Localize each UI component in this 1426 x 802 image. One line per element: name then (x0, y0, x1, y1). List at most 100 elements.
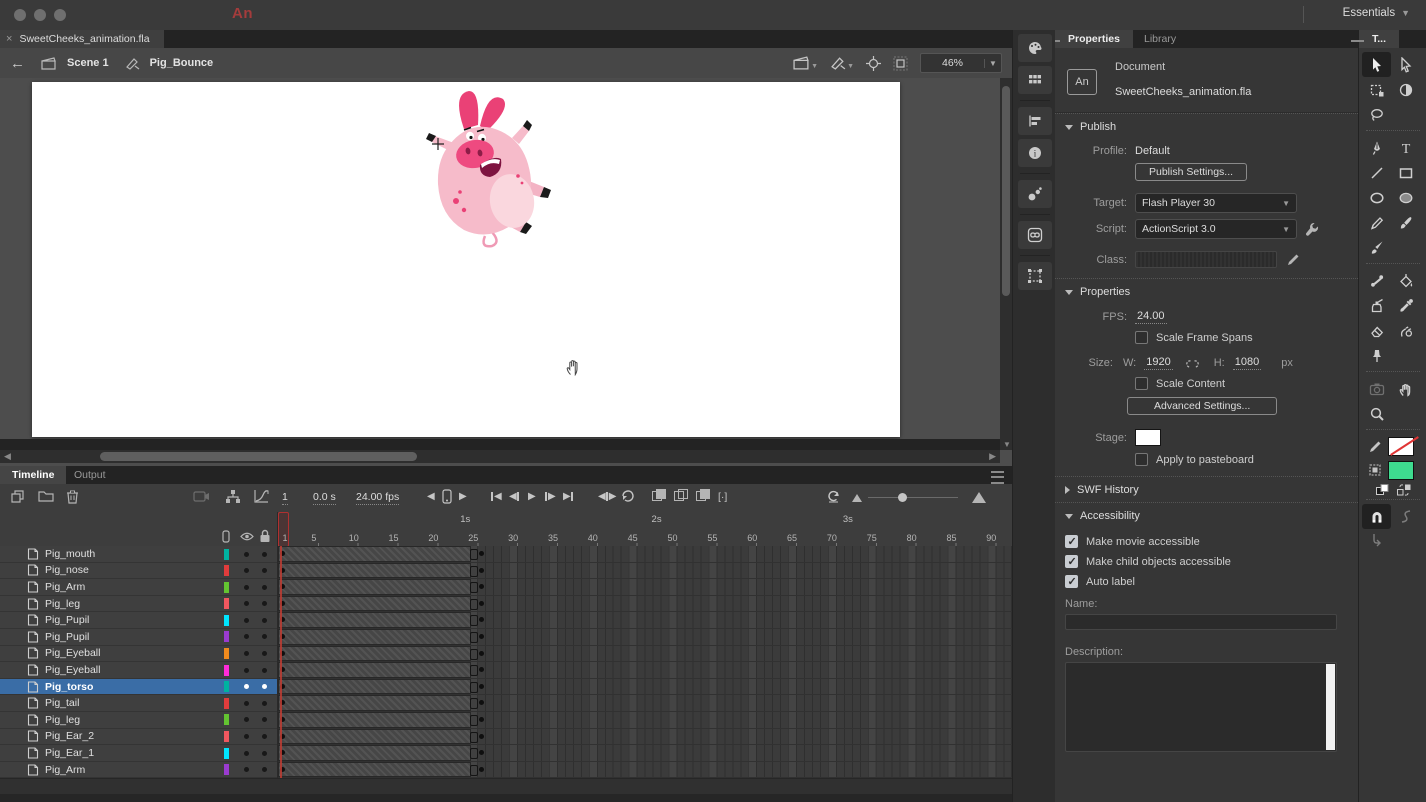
layer-lock-dot[interactable] (262, 717, 267, 723)
window-minimize-button[interactable] (34, 9, 46, 21)
layer-outline-color-swatch[interactable] (224, 731, 229, 743)
ink-bottle-tool[interactable] (1362, 293, 1391, 318)
graph-editor-button[interactable] (253, 489, 269, 504)
span-end-marker[interactable] (470, 748, 478, 760)
span-end-marker[interactable] (470, 681, 478, 693)
span-end-marker[interactable] (470, 764, 478, 776)
loop-device-icon[interactable] (442, 489, 452, 504)
stage-artwork-pig[interactable] (420, 84, 565, 254)
oval-tool[interactable] (1362, 185, 1391, 210)
timeline-ruler[interactable]: 1s 2s 3s 1 5 10 15 20 25 30 35 40 45 50 55 60 65 70 75 80 85… (277, 512, 1013, 547)
gradient-transform-tool[interactable] (1391, 77, 1420, 102)
step-back-button[interactable]: ◀ (509, 491, 520, 502)
layer-visibility-dot[interactable] (244, 750, 249, 756)
oval-primitive-tool[interactable] (1391, 185, 1420, 210)
tab-properties[interactable]: Properties (1055, 30, 1133, 48)
layer-visibility-dot[interactable] (244, 717, 249, 723)
transform-panel-icon[interactable] (1017, 262, 1052, 290)
stage-zoom-select[interactable]: 46% ▼ (920, 53, 1002, 73)
layer-name[interactable]: Pig_Eyeball (45, 664, 100, 676)
layer-lock-dot[interactable] (262, 568, 267, 574)
width-field[interactable]: 1920 (1144, 356, 1173, 370)
layer-frames-row-Pig_Arm[interactable] (278, 579, 1013, 596)
go-to-last-frame-button[interactable]: ▶ (563, 491, 574, 502)
layer-lock-dot[interactable] (262, 551, 267, 557)
timeline-horizontal-scrollbar[interactable] (0, 794, 1012, 802)
accessibility-description-textarea[interactable] (1065, 662, 1337, 752)
layer-frames-row-Pig_nose[interactable] (278, 562, 1013, 580)
layer-outline-color-swatch[interactable] (224, 581, 229, 593)
layer-lock-dot[interactable] (262, 667, 267, 673)
layer-name[interactable]: Pig_leg (45, 598, 80, 610)
eyedropper-tool[interactable] (1391, 293, 1420, 318)
show-parenting-view-button[interactable] (225, 489, 241, 504)
align-panel-icon[interactable] (1017, 107, 1052, 135)
tab-library[interactable]: Library (1131, 30, 1189, 48)
layer-visibility-dot[interactable] (244, 767, 249, 773)
text-tool[interactable]: T (1391, 135, 1420, 160)
height-field[interactable]: 1080 (1232, 356, 1262, 370)
stage-vertical-scrollbar[interactable]: ▼ (1000, 78, 1012, 450)
keyframe-dot-frame-26[interactable] (479, 716, 484, 722)
frame-span[interactable] (278, 645, 471, 662)
zoom-out-timeline-icon[interactable] (852, 494, 862, 502)
layer-lock-dot[interactable] (262, 734, 267, 740)
layer-name[interactable]: Pig_Ear_2 (45, 730, 94, 742)
paint-bucket-tool[interactable] (1391, 268, 1420, 293)
playhead-line[interactable] (280, 546, 282, 778)
apply-to-pasteboard-checkbox[interactable] (1135, 453, 1148, 466)
step-forward-button[interactable]: ▶ (544, 491, 556, 502)
keyframe-dot-frame-26[interactable] (479, 633, 484, 639)
layer-row-Pig_tail[interactable]: Pig_tail (0, 695, 277, 712)
stroke-color-swatch[interactable] (1388, 436, 1414, 456)
tool-option-icon[interactable] (1362, 528, 1391, 553)
publish-section-header[interactable]: Publish (1055, 113, 1358, 139)
accessibility-name-input[interactable] (1065, 614, 1337, 630)
layer-visibility-dot[interactable] (244, 551, 249, 557)
camera-button[interactable] (193, 489, 210, 503)
layer-visibility-dot[interactable] (244, 601, 249, 607)
scroll-down-icon[interactable]: ▼ (1003, 440, 1011, 449)
edit-scene-button[interactable]: ▼ (793, 56, 818, 70)
document-tab[interactable]: × SweetCheeks_animation.fla (0, 30, 164, 48)
hand-tool[interactable] (1391, 376, 1420, 401)
accessibility-checkbox[interactable] (1065, 575, 1078, 588)
current-frame-field[interactable]: 1 (282, 491, 288, 505)
layer-frames-row-Pig_tail[interactable] (278, 695, 1013, 712)
layer-outline-color-swatch[interactable] (224, 714, 229, 726)
symbol-breadcrumb[interactable]: Pig_Bounce (150, 57, 214, 69)
subselection-tool[interactable] (1391, 52, 1420, 77)
layer-frames-row-Pig_Pupil[interactable] (278, 628, 1013, 646)
step-back-one-frame-button[interactable]: ◀ (427, 491, 435, 502)
layer-name[interactable]: Pig_Arm (45, 581, 85, 593)
layer-lock-dot[interactable] (262, 684, 267, 690)
stage-pasteboard[interactable]: ◀ ▶ ▼ (0, 78, 1012, 466)
layer-outline-color-swatch[interactable] (224, 747, 229, 759)
layer-frames-row-Pig_mouth[interactable] (278, 546, 1013, 563)
object-drawing-curve-toggle[interactable] (1391, 504, 1420, 529)
frame-span[interactable] (278, 745, 471, 761)
go-to-first-frame-button[interactable]: ◀ (490, 491, 502, 502)
layer-name[interactable]: Pig_mouth (45, 548, 95, 560)
layer-frames-row-Pig_Pupil[interactable] (278, 612, 1013, 629)
layer-row-Pig_Pupil[interactable]: Pig_Pupil (0, 628, 277, 646)
frame-span[interactable] (278, 728, 471, 745)
keyframe-dot-frame-26[interactable] (479, 766, 484, 772)
span-end-marker[interactable] (470, 698, 478, 710)
layer-outline-color-swatch[interactable] (224, 565, 229, 577)
panel-menu-icon[interactable] (991, 471, 1004, 484)
scale-frame-spans-checkbox[interactable] (1135, 331, 1148, 344)
layer-lock-dot[interactable] (262, 651, 267, 657)
script-select[interactable]: ActionScript 3.0 ▼ (1135, 219, 1297, 239)
layer-row-Pig_Arm[interactable]: Pig_Arm (0, 579, 277, 596)
scroll-left-icon[interactable]: ◀ (4, 450, 11, 463)
rotation-tool[interactable] (1362, 343, 1391, 368)
zoom-tool[interactable] (1362, 401, 1391, 426)
timeline-zoom-knob[interactable] (898, 493, 907, 502)
fill-color-swatch[interactable] (1388, 460, 1414, 480)
snap-to-objects-magnet-toggle[interactable] (1362, 503, 1391, 529)
layer-row-Pig_leg[interactable]: Pig_leg (0, 595, 277, 613)
frame-span[interactable] (278, 711, 471, 728)
swatches-panel-icon[interactable] (1017, 66, 1052, 94)
layer-name[interactable]: Pig_Eyeball (45, 647, 100, 659)
